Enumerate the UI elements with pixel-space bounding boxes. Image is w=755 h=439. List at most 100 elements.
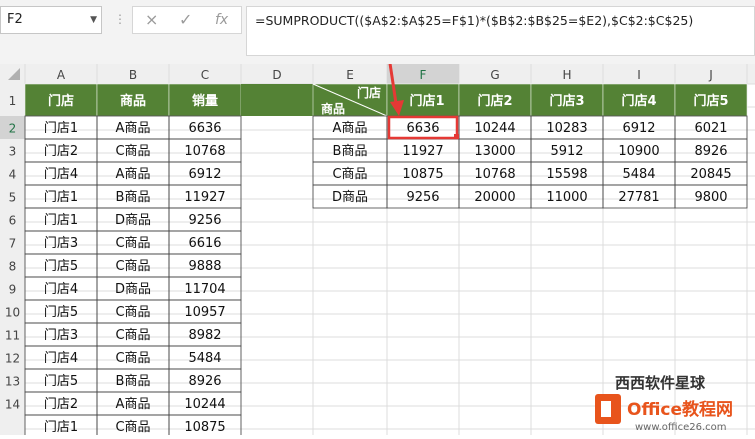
column-header-G[interactable]: G <box>490 68 499 82</box>
row-header-10[interactable]: 10 <box>5 306 20 320</box>
pivot-corner-top[interactable]: 门店 <box>357 85 381 100</box>
row-header-2[interactable]: 2 <box>9 122 17 136</box>
pivot-row-label[interactable]: B商品 <box>333 144 368 159</box>
pivot-value[interactable]: 11927 <box>402 144 443 159</box>
pivot-header-门店1[interactable]: 门店1 <box>409 93 444 109</box>
left-table-cell[interactable]: 8926 <box>188 374 221 389</box>
fill-handle[interactable] <box>454 134 459 139</box>
pivot-row-label[interactable]: C商品 <box>332 167 367 182</box>
row-header-1[interactable]: 1 <box>9 94 17 108</box>
pivot-value[interactable]: 10244 <box>474 121 515 136</box>
left-table-header-0[interactable]: 门店 <box>48 93 74 109</box>
column-header-I[interactable]: I <box>637 68 641 82</box>
cancel-icon[interactable]: × <box>145 10 158 29</box>
left-table-cell[interactable]: 门店1 <box>44 190 78 205</box>
left-table-cell[interactable]: 门店4 <box>44 351 78 366</box>
pivot-value[interactable]: 20000 <box>474 190 515 205</box>
left-table-cell[interactable]: 9256 <box>188 213 221 228</box>
pivot-header-门店2[interactable]: 门店2 <box>477 93 512 109</box>
left-table-cell[interactable]: 6616 <box>188 236 221 251</box>
left-table-cell[interactable]: 10768 <box>184 144 225 159</box>
left-table-cell[interactable]: 11927 <box>184 190 225 205</box>
left-table-cell[interactable]: 门店4 <box>44 282 78 297</box>
left-table-cell[interactable]: A商品 <box>116 397 151 412</box>
left-table-cell[interactable]: A商品 <box>116 121 151 136</box>
left-table-cell[interactable]: 门店2 <box>44 397 78 412</box>
column-header-J[interactable]: J <box>708 68 713 82</box>
left-table-cell[interactable]: D商品 <box>115 213 151 228</box>
row-header-5[interactable]: 5 <box>9 191 17 205</box>
pivot-value[interactable]: 6912 <box>622 121 655 136</box>
left-table-cell[interactable]: D商品 <box>115 282 151 297</box>
row-header-3[interactable]: 3 <box>9 145 17 159</box>
left-table-cell[interactable]: 8982 <box>188 328 221 343</box>
left-table-cell[interactable]: 门店4 <box>44 167 78 182</box>
pivot-value[interactable]: 10875 <box>402 167 443 182</box>
row-header-11[interactable]: 11 <box>5 329 20 343</box>
left-table-cell[interactable]: 10244 <box>184 397 225 412</box>
row-header-7[interactable]: 7 <box>9 237 17 251</box>
pivot-value[interactable]: 5484 <box>622 167 655 182</box>
left-table-cell[interactable]: 门店3 <box>44 328 78 343</box>
left-table-cell[interactable]: 门店5 <box>44 259 78 274</box>
pivot-header-门店4[interactable]: 门店4 <box>621 93 656 109</box>
left-table-cell[interactable]: 9888 <box>188 259 221 274</box>
left-table-cell[interactable]: 6912 <box>188 167 221 182</box>
left-table-cell[interactable]: A商品 <box>116 167 151 182</box>
column-header-H[interactable]: H <box>562 68 571 82</box>
pivot-value[interactable]: 10283 <box>546 121 587 136</box>
row-header-9[interactable]: 9 <box>9 283 17 297</box>
pivot-value[interactable]: 6021 <box>694 121 727 136</box>
chevron-down-icon[interactable]: ▼ <box>90 7 97 33</box>
insert-function-icon[interactable]: fx <box>215 12 228 28</box>
name-box[interactable]: F2 ▼ <box>0 6 102 34</box>
pivot-value[interactable]: 10900 <box>618 144 659 159</box>
formula-input[interactable]: =SUMPRODUCT(($A$2:$A$25=F$1)*($B$2:$B$25… <box>246 6 755 56</box>
row-header-8[interactable]: 8 <box>9 260 17 274</box>
left-table-header-1[interactable]: 商品 <box>120 93 146 109</box>
column-header-F[interactable]: F <box>420 68 427 82</box>
left-table-cell[interactable]: 11704 <box>184 282 225 297</box>
pivot-value[interactable]: 15598 <box>546 167 587 182</box>
column-header-B[interactable]: B <box>129 68 137 82</box>
column-header-D[interactable]: D <box>272 68 281 82</box>
pivot-value[interactable]: 6636 <box>406 121 439 136</box>
pivot-header-门店5[interactable]: 门店5 <box>693 93 728 109</box>
row-header-4[interactable]: 4 <box>9 168 17 182</box>
pivot-header-门店3[interactable]: 门店3 <box>549 93 584 109</box>
row-header-6[interactable]: 6 <box>9 214 17 228</box>
left-table-cell[interactable]: C商品 <box>115 144 150 159</box>
left-table-header-2[interactable]: 销量 <box>192 93 218 109</box>
row-header-13[interactable]: 13 <box>5 375 20 389</box>
enter-icon[interactable]: ✓ <box>179 10 192 29</box>
left-table-cell[interactable]: 门店5 <box>44 305 78 320</box>
pivot-value[interactable]: 13000 <box>474 144 515 159</box>
left-table-cell[interactable]: C商品 <box>115 236 150 251</box>
pivot-value[interactable]: 9800 <box>694 190 727 205</box>
left-table-cell[interactable]: C商品 <box>115 328 150 343</box>
drag-handle-icon[interactable]: ⋮ <box>114 12 126 26</box>
left-table-cell[interactable]: C商品 <box>115 351 150 366</box>
pivot-value[interactable]: 10768 <box>474 167 515 182</box>
pivot-value[interactable]: 20845 <box>690 167 731 182</box>
left-table-cell[interactable]: 门店1 <box>44 213 78 228</box>
pivot-row-label[interactable]: A商品 <box>333 121 368 136</box>
left-table-cell[interactable]: C商品 <box>115 259 150 274</box>
left-table-cell[interactable]: 10875 <box>184 420 225 435</box>
left-table-cell[interactable]: 5484 <box>188 351 221 366</box>
pivot-corner-bottom[interactable]: 商品 <box>321 101 345 116</box>
left-table-cell[interactable]: 6636 <box>188 121 221 136</box>
left-table-cell[interactable]: C商品 <box>115 420 150 435</box>
pivot-value[interactable]: 27781 <box>618 190 659 205</box>
left-table-cell[interactable]: B商品 <box>116 374 151 389</box>
pivot-row-label[interactable]: D商品 <box>332 190 368 205</box>
column-header-C[interactable]: C <box>201 68 209 82</box>
column-header-A[interactable]: A <box>57 68 66 82</box>
pivot-value[interactable]: 9256 <box>406 190 439 205</box>
left-table-cell[interactable]: 10957 <box>184 305 225 320</box>
left-table-cell[interactable]: B商品 <box>116 190 151 205</box>
column-header-E[interactable]: E <box>346 68 354 82</box>
left-table-cell[interactable]: 门店1 <box>44 420 78 435</box>
pivot-value[interactable]: 11000 <box>546 190 587 205</box>
row-header-12[interactable]: 12 <box>5 352 20 366</box>
